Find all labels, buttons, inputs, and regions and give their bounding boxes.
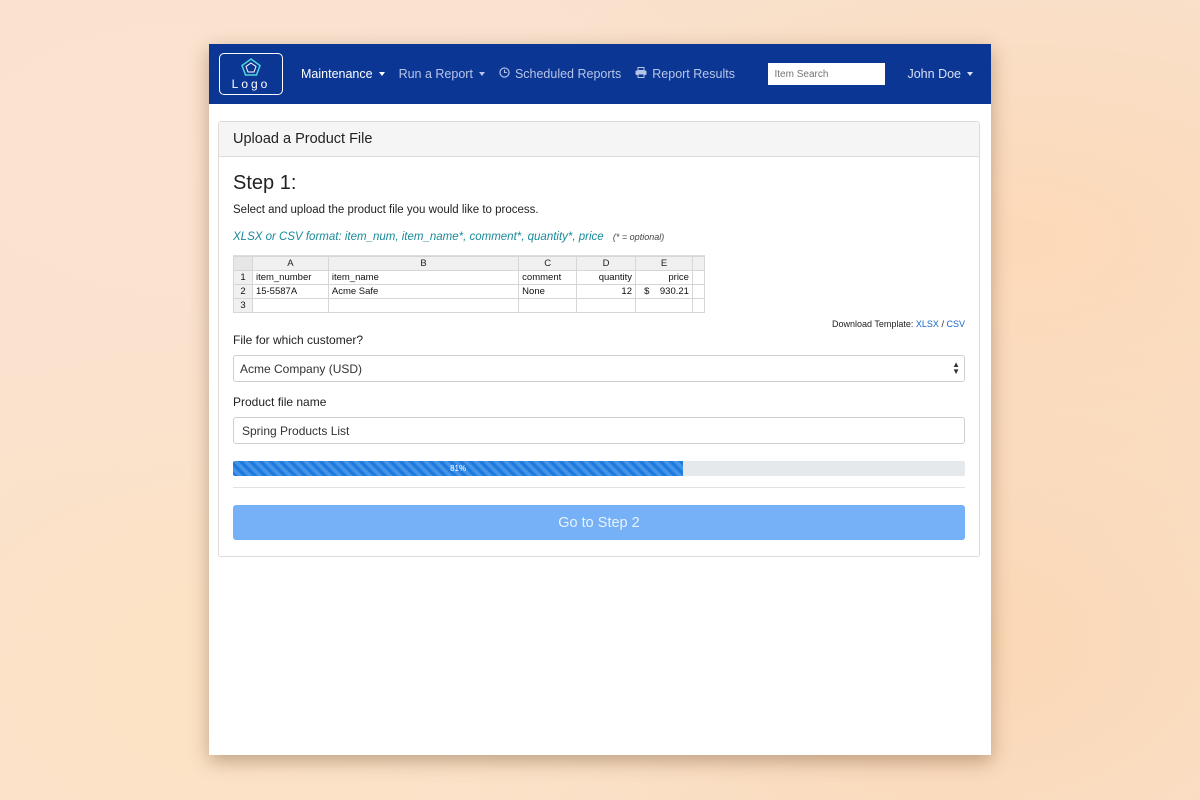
download-xlsx-link[interactable]: XLSX [916,319,939,329]
select-arrows-icon: ▲ ▼ [952,360,960,376]
step-title: Step 1: [233,172,297,194]
sheet-column-header: A [251,256,329,271]
item-search-input[interactable] [768,63,886,85]
format-hint: XLSX or CSV format: item_num, item_name*… [233,231,965,243]
go-to-step-2-button[interactable]: Go to Step 2 [233,505,965,540]
sheet-row: 3 [233,298,705,313]
sheet-cell: 12 [576,284,636,299]
nav-item-label: Scheduled Reports [514,67,622,81]
customer-select[interactable]: Acme Company (USD) ▲ ▼ [233,355,965,382]
card-title: Upload a Product File [219,122,979,157]
navbar: Logo Maintenance Run a Report Scheduled … [209,44,991,104]
format-text: XLSX or CSV format: item_num, item_name*… [233,231,604,243]
pentagon-logo-icon [241,57,261,76]
optional-note: (* = optional) [612,232,665,242]
download-template: Download Template: XLSX / CSV [233,319,965,329]
sheet-cell [691,298,705,313]
sheet-column-header: C [518,256,578,271]
sheet-cell [518,298,578,313]
product-file-name-value: Spring Products List [242,423,350,438]
nav-item-label: Report Results [652,67,735,81]
sheet-cell: item_number [251,270,329,285]
customer-select-value: Acme Company (USD) [240,361,363,376]
upload-progress: 81% [233,461,965,476]
download-label: Download Template: [832,319,914,329]
divider [233,487,965,488]
sheet-row-number: 1 [233,270,253,285]
sheet-cell: price [635,270,693,285]
sheet-row-number: 2 [233,284,253,299]
upload-card: Upload a Product File Step 1: Select and… [218,121,980,557]
clock-icon [499,67,510,81]
nav-item-label: Run a Report [398,67,473,81]
sheet-cell: $ 930.21 [635,284,693,299]
sheet-cell [576,298,636,313]
nav-item-maintenance[interactable]: Maintenance [301,67,385,81]
logo-text: Logo [231,76,271,91]
sheet-cell [635,298,693,313]
sheet-cell: None [518,284,578,299]
step-description: Select and upload the product file you w… [233,204,539,216]
sheet-cell: quantity [576,270,636,285]
sheet-row: 2 15-5587A Acme Safe None 12 $ 930.21 [233,284,705,299]
app-window: Logo Maintenance Run a Report Scheduled … [209,44,991,755]
sheet-column-header: E [635,256,693,271]
filename-label: Product file name [233,395,327,409]
sheet-column-header-extra [691,256,705,271]
caret-down-icon [967,72,973,76]
nav-item-label: Maintenance [301,67,373,81]
sheet-column-header: B [327,256,520,271]
sheet-cell: Acme Safe [327,284,520,299]
sheet-column-header-row: A B C D E [233,256,705,271]
sheet-cell [327,298,520,313]
upload-progress-bar: 81% [233,461,684,476]
sheet-row-number: 3 [233,298,253,313]
sheet-cell: 15-5587A [251,284,329,299]
nav-menu: Maintenance Run a Report Scheduled Repor… [301,67,749,81]
spreadsheet-example: A B C D E 1 item_number item_name commen… [233,255,705,313]
sheet-cell [691,270,705,285]
card-body: Step 1: Select and upload the product fi… [219,157,979,554]
caret-down-icon [478,72,485,76]
nav-item-run-a-report[interactable]: Run a Report [399,67,485,81]
caret-down-icon [378,72,385,76]
sheet-corner [233,256,253,271]
sheet-cell: comment [518,270,578,285]
user-menu[interactable]: John Doe [907,67,973,81]
nav-item-scheduled-reports[interactable]: Scheduled Reports [499,67,621,81]
customer-label: File for which customer? [233,333,364,347]
download-separator: / [941,319,944,329]
sheet-cell [691,284,705,299]
sheet-column-header: D [576,256,636,271]
sheet-cell: item_name [327,270,520,285]
sheet-row: 1 item_number item_name comment quantity… [233,270,705,285]
download-csv-link[interactable]: CSV [946,319,965,329]
printer-icon [635,67,647,81]
logo[interactable]: Logo [219,53,283,95]
nav-item-report-results[interactable]: Report Results [635,67,735,81]
product-file-name-input[interactable]: Spring Products List [233,417,965,444]
user-name: John Doe [907,67,961,81]
sheet-cell [251,298,329,313]
